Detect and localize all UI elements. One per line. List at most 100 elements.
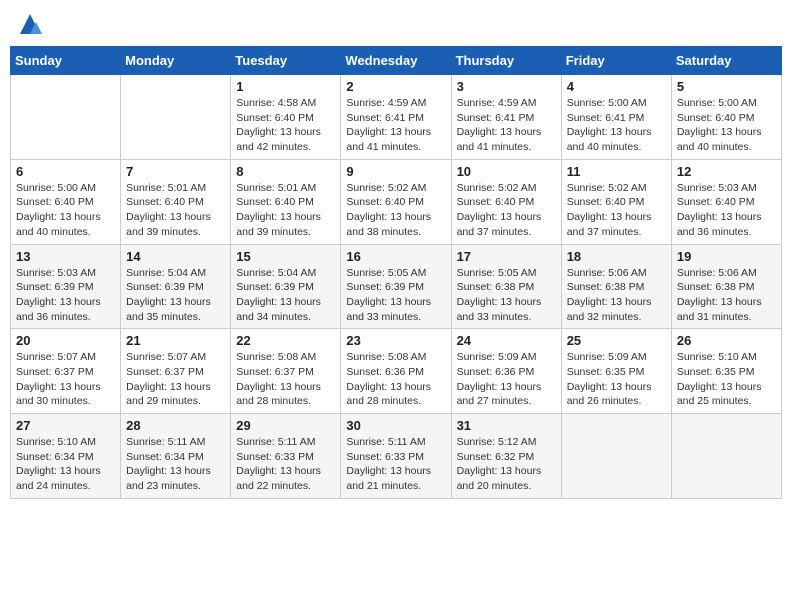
day-number: 22 [236,333,335,348]
calendar-cell: 6 Sunrise: 5:00 AM Sunset: 6:40 PM Daylig… [11,159,121,244]
day-number: 26 [677,333,776,348]
calendar-cell: 4Sunrise: 5:00 AM Sunset: 6:41 PM Daylig… [561,75,671,160]
calendar-cell: 24 Sunrise: 5:09 AM Sunset: 6:36 PM Dayli… [451,329,561,414]
day-number: 23 [346,333,445,348]
day-info: Sunrise: 5:00 AM Sunset: 6:41 PM Dayligh… [567,96,666,155]
weekday-header-row: SundayMondayTuesdayWednesdayThursdayFrid… [11,47,782,75]
calendar-cell: 12Sunrise: 5:03 AM Sunset: 6:40 PM Dayli… [671,159,781,244]
weekday-header-thursday: Thursday [451,47,561,75]
day-info: Sunrise: 5:07 AM Sunset: 6:37 PM Dayligh… [16,350,115,409]
logo [14,10,44,38]
calendar-cell: 22 Sunrise: 5:08 AM Sunset: 6:37 PM Dayli… [231,329,341,414]
calendar-cell: 29 Sunrise: 5:11 AM Sunset: 6:33 PM Dayli… [231,414,341,499]
calendar-week-3: 13 Sunrise: 5:03 AM Sunset: 6:39 PM Dayli… [11,244,782,329]
weekday-header-friday: Friday [561,47,671,75]
day-info: Sunrise: 5:05 AM Sunset: 6:38 PM Dayligh… [457,266,556,325]
calendar-cell: 5 Sunrise: 5:00 AM Sunset: 6:40 PM Daylig… [671,75,781,160]
calendar-week-2: 6 Sunrise: 5:00 AM Sunset: 6:40 PM Daylig… [11,159,782,244]
calendar-cell: 25 Sunrise: 5:09 AM Sunset: 6:35 PM Dayli… [561,329,671,414]
day-info: Sunrise: 5:07 AM Sunset: 6:37 PM Dayligh… [126,350,225,409]
day-info: Sunrise: 5:10 AM Sunset: 6:35 PM Dayligh… [677,350,776,409]
calendar-cell: 17 Sunrise: 5:05 AM Sunset: 6:38 PM Dayli… [451,244,561,329]
day-info: Sunrise: 5:00 AM Sunset: 6:40 PM Dayligh… [16,181,115,240]
calendar-cell: 20 Sunrise: 5:07 AM Sunset: 6:37 PM Dayli… [11,329,121,414]
day-info: Sunrise: 5:09 AM Sunset: 6:35 PM Dayligh… [567,350,666,409]
day-number: 11 [567,164,666,179]
day-info: Sunrise: 5:08 AM Sunset: 6:37 PM Dayligh… [236,350,335,409]
weekday-header-monday: Monday [121,47,231,75]
day-number: 21 [126,333,225,348]
calendar-cell: 8Sunrise: 5:01 AM Sunset: 6:40 PM Daylig… [231,159,341,244]
page-header [10,10,782,38]
calendar-cell: 28 Sunrise: 5:11 AM Sunset: 6:34 PM Dayli… [121,414,231,499]
day-info: Sunrise: 5:02 AM Sunset: 6:40 PM Dayligh… [457,181,556,240]
day-number: 31 [457,418,556,433]
day-info: Sunrise: 5:10 AM Sunset: 6:34 PM Dayligh… [16,435,115,494]
calendar-cell: 7Sunrise: 5:01 AM Sunset: 6:40 PM Daylig… [121,159,231,244]
day-number: 14 [126,249,225,264]
day-number: 16 [346,249,445,264]
day-info: Sunrise: 4:58 AM Sunset: 6:40 PM Dayligh… [236,96,335,155]
day-number: 13 [16,249,115,264]
day-info: Sunrise: 5:12 AM Sunset: 6:32 PM Dayligh… [457,435,556,494]
calendar-cell: 30 Sunrise: 5:11 AM Sunset: 6:33 PM Dayli… [341,414,451,499]
day-number: 18 [567,249,666,264]
calendar-week-1: 1Sunrise: 4:58 AM Sunset: 6:40 PM Daylig… [11,75,782,160]
calendar-cell [121,75,231,160]
calendar-cell: 26 Sunrise: 5:10 AM Sunset: 6:35 PM Dayli… [671,329,781,414]
calendar-cell: 18 Sunrise: 5:06 AM Sunset: 6:38 PM Dayli… [561,244,671,329]
day-number: 5 [677,79,776,94]
calendar-cell: 27 Sunrise: 5:10 AM Sunset: 6:34 PM Dayli… [11,414,121,499]
day-info: Sunrise: 5:01 AM Sunset: 6:40 PM Dayligh… [126,181,225,240]
day-info: Sunrise: 5:03 AM Sunset: 6:40 PM Dayligh… [677,181,776,240]
day-info: Sunrise: 5:00 AM Sunset: 6:40 PM Dayligh… [677,96,776,155]
day-info: Sunrise: 5:02 AM Sunset: 6:40 PM Dayligh… [567,181,666,240]
day-info: Sunrise: 5:06 AM Sunset: 6:38 PM Dayligh… [567,266,666,325]
day-number: 6 [16,164,115,179]
day-number: 3 [457,79,556,94]
calendar-cell: 23Sunrise: 5:08 AM Sunset: 6:36 PM Dayli… [341,329,451,414]
calendar-cell: 1Sunrise: 4:58 AM Sunset: 6:40 PM Daylig… [231,75,341,160]
day-info: Sunrise: 5:06 AM Sunset: 6:38 PM Dayligh… [677,266,776,325]
day-number: 30 [346,418,445,433]
calendar-cell: 21 Sunrise: 5:07 AM Sunset: 6:37 PM Dayli… [121,329,231,414]
day-number: 19 [677,249,776,264]
calendar-week-4: 20 Sunrise: 5:07 AM Sunset: 6:37 PM Dayli… [11,329,782,414]
weekday-header-tuesday: Tuesday [231,47,341,75]
day-number: 2 [346,79,445,94]
day-number: 10 [457,164,556,179]
day-number: 20 [16,333,115,348]
calendar-cell: 3Sunrise: 4:59 AM Sunset: 6:41 PM Daylig… [451,75,561,160]
day-number: 28 [126,418,225,433]
calendar-cell [671,414,781,499]
calendar-cell: 9Sunrise: 5:02 AM Sunset: 6:40 PM Daylig… [341,159,451,244]
calendar-week-5: 27 Sunrise: 5:10 AM Sunset: 6:34 PM Dayli… [11,414,782,499]
calendar-cell [11,75,121,160]
calendar-cell: 10 Sunrise: 5:02 AM Sunset: 6:40 PM Dayli… [451,159,561,244]
day-number: 25 [567,333,666,348]
day-info: Sunrise: 5:11 AM Sunset: 6:33 PM Dayligh… [346,435,445,494]
day-info: Sunrise: 5:09 AM Sunset: 6:36 PM Dayligh… [457,350,556,409]
day-info: Sunrise: 5:11 AM Sunset: 6:34 PM Dayligh… [126,435,225,494]
calendar-cell: 19 Sunrise: 5:06 AM Sunset: 6:38 PM Dayli… [671,244,781,329]
day-info: Sunrise: 5:11 AM Sunset: 6:33 PM Dayligh… [236,435,335,494]
day-number: 15 [236,249,335,264]
day-number: 8 [236,164,335,179]
day-info: Sunrise: 5:03 AM Sunset: 6:39 PM Dayligh… [16,266,115,325]
day-info: Sunrise: 5:04 AM Sunset: 6:39 PM Dayligh… [126,266,225,325]
day-info: Sunrise: 5:02 AM Sunset: 6:40 PM Dayligh… [346,181,445,240]
weekday-header-sunday: Sunday [11,47,121,75]
day-info: Sunrise: 5:05 AM Sunset: 6:39 PM Dayligh… [346,266,445,325]
day-number: 17 [457,249,556,264]
calendar-cell: 15 Sunrise: 5:04 AM Sunset: 6:39 PM Dayli… [231,244,341,329]
calendar-cell: 2Sunrise: 4:59 AM Sunset: 6:41 PM Daylig… [341,75,451,160]
calendar-cell: 16 Sunrise: 5:05 AM Sunset: 6:39 PM Dayli… [341,244,451,329]
logo-icon [16,10,44,38]
day-number: 27 [16,418,115,433]
day-info: Sunrise: 5:04 AM Sunset: 6:39 PM Dayligh… [236,266,335,325]
calendar-table: SundayMondayTuesdayWednesdayThursdayFrid… [10,46,782,499]
calendar-cell: 11 Sunrise: 5:02 AM Sunset: 6:40 PM Dayli… [561,159,671,244]
day-number: 29 [236,418,335,433]
day-number: 24 [457,333,556,348]
calendar-cell: 31 Sunrise: 5:12 AM Sunset: 6:32 PM Dayli… [451,414,561,499]
